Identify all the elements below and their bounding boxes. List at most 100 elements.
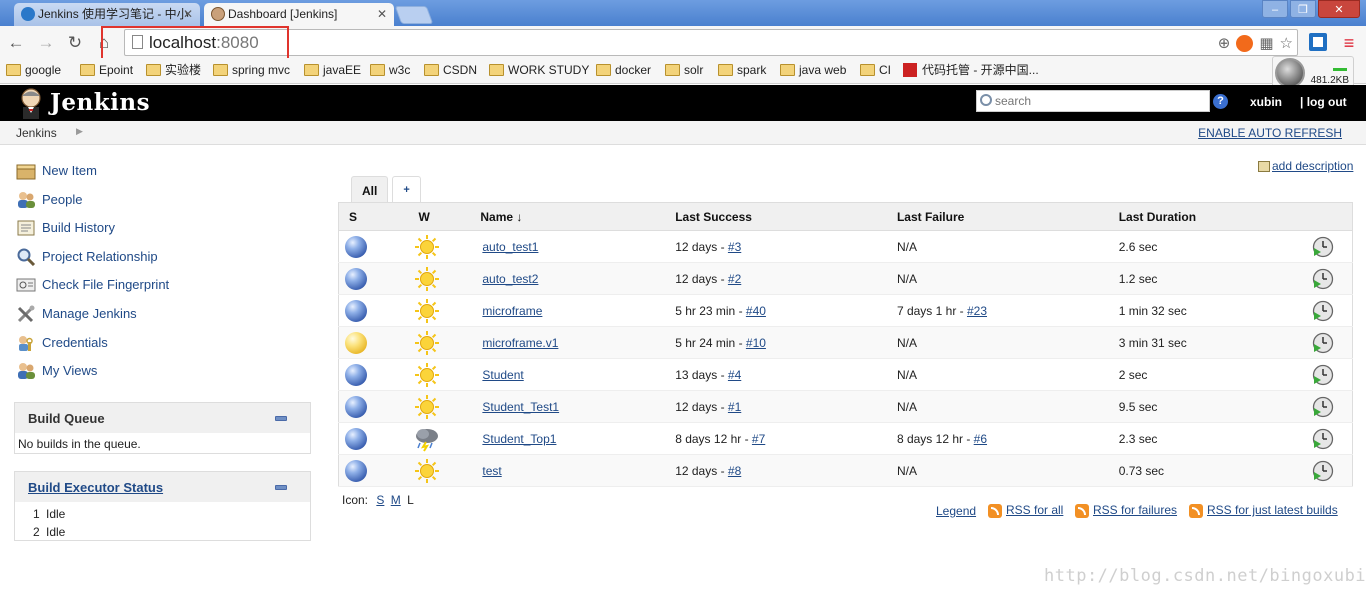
success-build-link[interactable]: #10 <box>746 336 766 350</box>
bookmark-javaee[interactable]: javaEE <box>304 62 361 78</box>
bookmark-docker[interactable]: docker <box>596 62 651 78</box>
schedule-build-button[interactable] <box>1294 262 1353 295</box>
close-window-button[interactable]: ✕ <box>1318 0 1360 18</box>
sunny-weather-icon <box>415 266 440 291</box>
bookmark-epoint[interactable]: Epoint <box>80 62 133 78</box>
breadcrumb-jenkins[interactable]: Jenkins <box>16 126 57 140</box>
rss-all-link[interactable]: RSS for all <box>988 503 1063 518</box>
forward-arrow-icon[interactable]: → <box>36 33 56 53</box>
schedule-build-button[interactable] <box>1294 230 1353 263</box>
schedule-build-button[interactable] <box>1294 294 1353 327</box>
job-link[interactable]: auto_test1 <box>478 240 538 254</box>
failure-build-link[interactable]: #6 <box>974 432 987 446</box>
schedule-build-button[interactable] <box>1294 390 1353 423</box>
success-build-link[interactable]: #1 <box>728 400 741 414</box>
collapse-icon[interactable] <box>275 485 287 490</box>
zoom-icon[interactable]: ⊕ <box>1218 34 1231 52</box>
legend-link[interactable]: Legend <box>936 504 976 518</box>
browser-tab-notes[interactable]: Jenkins 使用学习笔记 - 中小 ✕ <box>14 3 200 26</box>
help-icon[interactable]: ? <box>1213 94 1228 109</box>
projects-table: S W Name ↓ Last Success Last Failure Las… <box>338 202 1353 487</box>
job-link[interactable]: microframe <box>478 304 542 318</box>
column-name[interactable]: Name ↓ <box>478 202 676 231</box>
enable-auto-refresh-link[interactable]: ENABLE AUTO REFRESH <box>1198 126 1342 140</box>
bookmark-spark[interactable]: spark <box>718 62 766 78</box>
bookmark-csdn[interactable]: CSDN <box>424 62 477 78</box>
tab-add-view[interactable]: + <box>392 176 421 203</box>
tab-close-icon[interactable]: ✕ <box>183 3 193 25</box>
extension-infinity-icon[interactable] <box>1236 34 1254 52</box>
last-success-cell: 12 days - #2 <box>675 262 897 295</box>
column-status[interactable]: S <box>338 202 409 231</box>
minimize-button[interactable]: – <box>1262 0 1288 18</box>
task-credentials[interactable]: Credentials <box>16 332 169 361</box>
breadcrumb-arrow-icon[interactable]: ▶ <box>76 126 83 137</box>
extension-icon[interactable] <box>1308 32 1328 52</box>
folder-icon <box>370 64 385 76</box>
tab-all[interactable]: All <box>351 176 389 203</box>
column-weather[interactable]: W <box>408 202 479 231</box>
job-link[interactable]: Student_Top1 <box>478 432 556 446</box>
jenkins-title[interactable]: Jenkins <box>50 89 150 116</box>
translate-icon[interactable]: ▦ <box>1259 34 1273 52</box>
bookmark-spring-mvc[interactable]: spring mvc <box>213 62 290 78</box>
table-row: auto_test1 12 days - #3 N/A 2.6 sec <box>338 230 1353 263</box>
maximize-button[interactable]: ❐ <box>1290 0 1316 18</box>
storm-weather-icon <box>416 428 439 452</box>
schedule-build-button[interactable] <box>1294 422 1353 455</box>
rss-latest-link[interactable]: RSS for just latest builds <box>1189 503 1338 518</box>
bookmark-google[interactable]: google <box>6 62 61 78</box>
job-link[interactable]: Student_Test1 <box>478 400 559 414</box>
bookmark-shiyanlou[interactable]: 实验楼 <box>146 62 201 78</box>
success-build-link[interactable]: #3 <box>728 240 741 254</box>
success-build-link[interactable]: #4 <box>728 368 741 382</box>
tab-close-icon[interactable]: ✕ <box>377 3 387 25</box>
bookmark-star-icon[interactable]: ☆ <box>1280 34 1293 52</box>
task-my-views[interactable]: My Views <box>16 360 169 389</box>
logout-link[interactable]: | log out <box>1300 95 1347 109</box>
task-manage-jenkins[interactable]: Manage Jenkins <box>16 303 169 332</box>
success-build-link[interactable]: #8 <box>728 464 741 478</box>
schedule-build-button[interactable] <box>1294 358 1353 391</box>
user-link[interactable]: xubin <box>1250 95 1282 109</box>
task-new-item[interactable]: New Item <box>16 160 169 189</box>
bookmark-oschina[interactable]: 代码托管 - 开源中国... <box>903 62 1039 78</box>
job-link[interactable]: auto_test2 <box>478 272 538 286</box>
rss-failures-link[interactable]: RSS for failures <box>1075 503 1177 518</box>
schedule-build-button[interactable] <box>1294 454 1353 487</box>
column-last-failure[interactable]: Last Failure <box>896 202 1119 231</box>
bookmark-ci[interactable]: CI <box>860 62 891 78</box>
column-last-duration[interactable]: Last Duration <box>1118 202 1295 231</box>
success-build-link[interactable]: #40 <box>746 304 766 318</box>
failure-build-link[interactable]: #23 <box>967 304 987 318</box>
schedule-build-button[interactable] <box>1294 326 1353 359</box>
bookmark-java-web[interactable]: java web <box>780 62 846 78</box>
column-last-success[interactable]: Last Success <box>675 202 897 231</box>
task-people[interactable]: People <box>16 189 169 218</box>
task-project-relationship[interactable]: Project Relationship <box>16 246 169 275</box>
jenkins-butler-icon[interactable] <box>16 87 46 119</box>
address-bar[interactable]: localhost:8080 ⊕ ▦ ☆ <box>124 29 1298 56</box>
new-tab-button[interactable] <box>394 6 434 24</box>
search-input[interactable] <box>995 93 1205 109</box>
success-build-link[interactable]: #2 <box>728 272 741 286</box>
job-link[interactable]: microframe.v1 <box>478 336 558 350</box>
bookmark-solr[interactable]: solr <box>665 62 703 78</box>
collapse-icon[interactable] <box>275 416 287 421</box>
browser-tab-dashboard[interactable]: Dashboard [Jenkins] ✕ <box>204 3 394 26</box>
add-description-link[interactable]: add description <box>1258 159 1353 173</box>
menu-icon[interactable]: ≡ <box>1339 33 1359 54</box>
back-arrow-icon[interactable]: ← <box>6 33 26 53</box>
bookmark-work-study[interactable]: WORK STUDY <box>489 62 589 78</box>
task-build-history[interactable]: Build History <box>16 217 169 246</box>
search-box[interactable] <box>976 90 1210 112</box>
icon-size-s[interactable]: S <box>376 493 384 507</box>
job-link[interactable]: Student <box>478 368 523 382</box>
job-link[interactable]: test <box>478 464 501 478</box>
executor-status-link[interactable]: Build Executor Status <box>28 480 163 495</box>
icon-size-m[interactable]: M <box>391 493 401 507</box>
task-check-file-fingerprint[interactable]: Check File Fingerprint <box>16 274 169 303</box>
bookmark-w3c[interactable]: w3c <box>370 62 410 78</box>
success-build-link[interactable]: #7 <box>752 432 765 446</box>
reload-icon[interactable]: ↻ <box>65 33 85 53</box>
